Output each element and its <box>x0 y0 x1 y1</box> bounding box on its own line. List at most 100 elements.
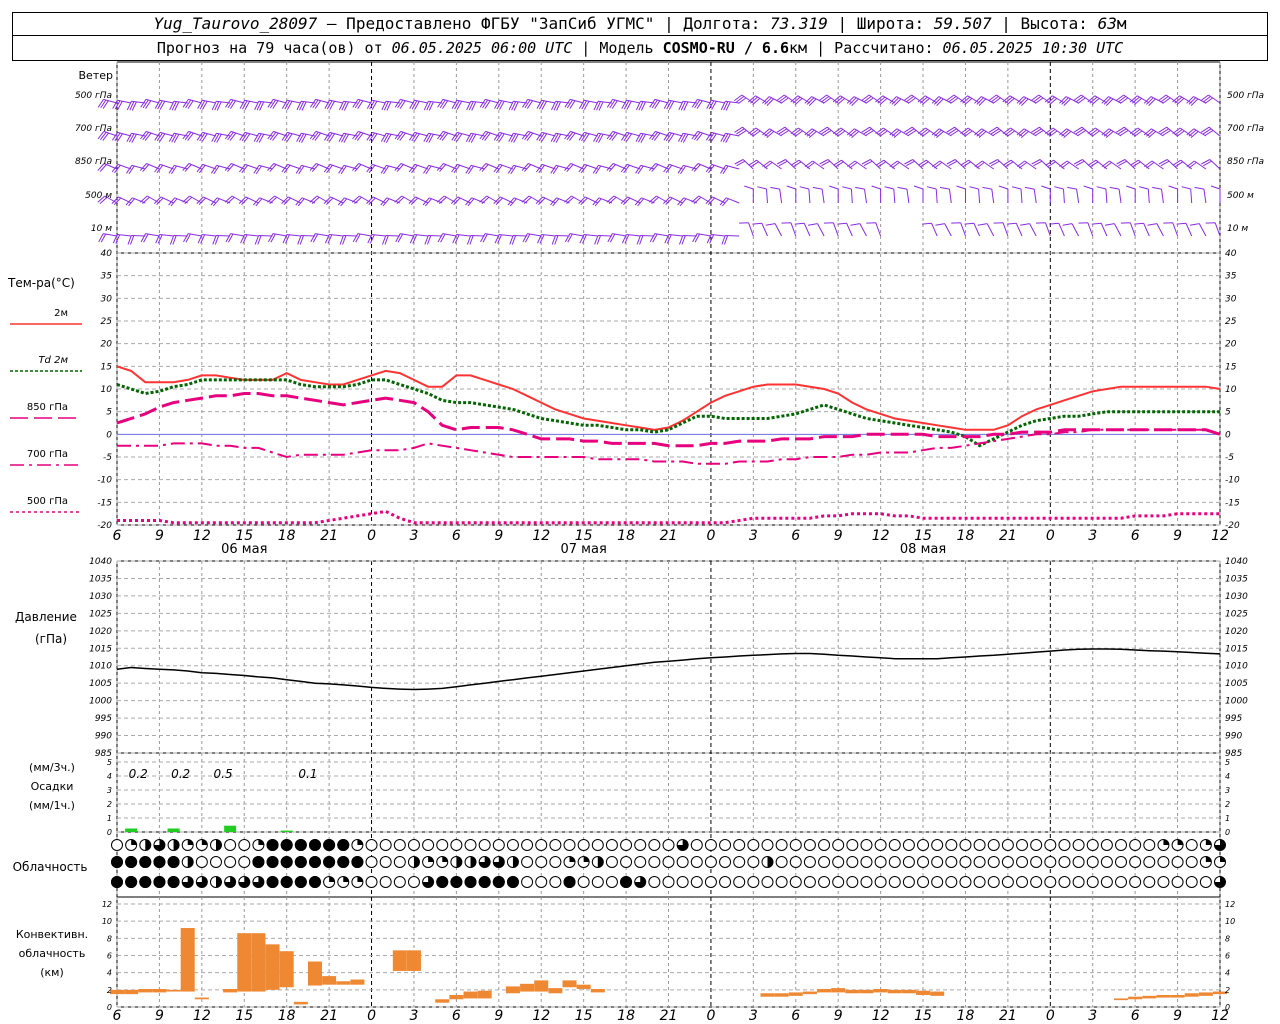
cloud-fill-full <box>280 839 293 851</box>
wind-barb <box>225 98 245 109</box>
wind-barb <box>309 130 330 141</box>
meteogram-chart: 40 4035 3530 3025 2520 2015 1510 105 50 0-5 -5-10-… <box>7 61 1264 1024</box>
wind-barb <box>394 195 415 204</box>
cloud-fill-partial <box>428 856 434 862</box>
wind-barb <box>507 164 528 175</box>
pressure-tick-left: 1000 <box>89 697 112 707</box>
cloud-fill-full <box>323 856 336 868</box>
cloud-symbol <box>931 839 944 851</box>
wind-barb <box>224 163 245 172</box>
wind-barb <box>812 186 825 204</box>
wind-barb <box>781 222 797 237</box>
cloud-symbol <box>549 876 562 888</box>
cloud-symbol <box>846 839 859 851</box>
wind-barb <box>719 197 740 207</box>
cloud-symbol <box>832 876 845 888</box>
cloud-symbol <box>1171 856 1184 868</box>
precip-tick-right: 4 <box>1225 772 1230 781</box>
cloud-symbol <box>832 839 845 851</box>
cloud-symbol <box>620 839 633 851</box>
wind-barb <box>295 164 316 175</box>
wind-barb <box>211 132 231 143</box>
wind-barb <box>535 196 556 206</box>
cloud-symbol <box>1086 876 1099 888</box>
wind-barb <box>126 164 146 175</box>
wind-barb <box>592 164 613 175</box>
cloud-fill-full <box>450 876 463 888</box>
cloud-symbol <box>1044 876 1057 888</box>
wind-level-label: 500 м <box>85 191 112 201</box>
wind-barb <box>578 131 598 142</box>
cloud-symbol <box>365 876 378 888</box>
cloud-fill-partial <box>1205 856 1212 862</box>
cloud-symbol <box>1115 839 1128 851</box>
wind-barb <box>620 196 641 206</box>
cloud-symbol <box>902 839 915 851</box>
conv-tick-left: 12 <box>102 900 112 909</box>
cloud-symbol <box>973 856 986 868</box>
cloud-symbol <box>733 876 746 888</box>
wind-barb <box>808 223 825 237</box>
conv-bar <box>916 990 931 995</box>
temp-tick-left: 10 <box>101 385 113 395</box>
legend-label: Td 2м <box>38 355 68 366</box>
wind-level-label: 10 м <box>91 224 112 234</box>
wind-barb <box>522 98 542 109</box>
cloud-fill-full <box>294 839 307 851</box>
wind-barb <box>253 197 273 207</box>
wind-barb <box>762 96 782 106</box>
wind-barb <box>1172 127 1192 137</box>
cloud-symbol <box>1016 856 1029 868</box>
wind-barb <box>931 160 952 170</box>
conv-bar <box>548 988 563 994</box>
wind-barb <box>917 127 938 137</box>
conv-bar <box>350 979 365 985</box>
cloud-symbol <box>775 839 788 851</box>
cloud-symbol <box>860 876 873 888</box>
pressure-title: Давление <box>15 610 77 624</box>
cloud-symbol <box>874 876 887 888</box>
wind-barb <box>140 98 160 109</box>
cloud-symbol <box>818 839 831 851</box>
wind-barb <box>621 131 641 142</box>
cloud-symbol <box>605 839 618 851</box>
pressure-tick-left: 990 <box>95 732 112 742</box>
cloud-symbol <box>818 876 831 888</box>
wind-barb <box>1205 222 1221 237</box>
cloud-fill-partial <box>442 856 448 862</box>
cloud-symbol <box>690 839 703 851</box>
wind-barb <box>309 163 330 172</box>
cloud-symbol <box>803 856 816 868</box>
temp-tick-left: 30 <box>101 294 113 304</box>
conv-bar <box>1198 992 1213 996</box>
wind-barb <box>182 163 202 172</box>
pressure-tick-left: 1035 <box>89 574 112 584</box>
wind-barb <box>394 163 415 172</box>
cloud-fill-partial <box>767 856 773 868</box>
cloud-symbol <box>917 856 930 868</box>
temp-tick-right: -15 <box>1225 498 1240 508</box>
cloud-symbol <box>690 876 703 888</box>
hour-tick-label-bottom: 21 <box>999 1008 1017 1024</box>
cloud-symbol <box>1115 856 1128 868</box>
cloud-symbol <box>224 839 237 851</box>
cloud-symbol <box>959 856 972 868</box>
wind-barb <box>993 222 1009 237</box>
wind-barb <box>592 197 613 207</box>
wind-barb <box>1044 95 1065 105</box>
conv-bar <box>788 992 803 996</box>
cloud-fill-full <box>153 856 166 868</box>
wind-barb <box>309 195 330 204</box>
cloud-fill-partial <box>1205 839 1212 845</box>
wind-barb <box>253 164 273 175</box>
wind-barb <box>837 222 853 237</box>
pressure-tick-right: 1015 <box>1225 644 1248 654</box>
cloud-symbol <box>634 839 647 851</box>
wind-barb <box>1002 127 1023 137</box>
cloud-symbol <box>1171 876 1184 888</box>
conv-tick-right: 12 <box>1225 900 1235 909</box>
cloud-symbol <box>1143 876 1156 888</box>
conv-tick-right: 10 <box>1225 917 1235 926</box>
conv-bar <box>1156 994 1171 998</box>
cloud-symbol <box>1157 856 1170 868</box>
